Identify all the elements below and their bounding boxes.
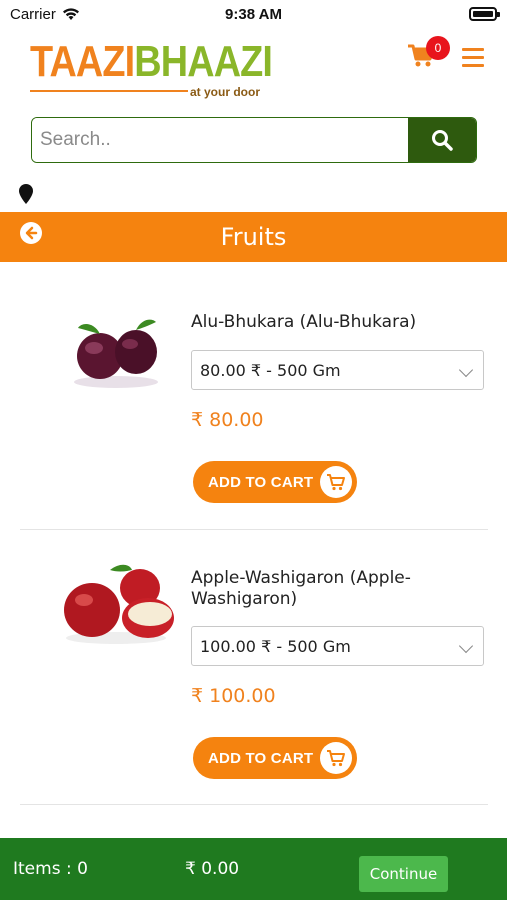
add-to-cart-button[interactable]: ADD TO CART (193, 737, 357, 779)
add-to-cart-button[interactable]: ADD TO CART (193, 461, 357, 503)
cart-total: ₹ 0.00 (185, 859, 240, 879)
category-title-bar: Fruits (0, 212, 507, 262)
battery-icon (469, 7, 500, 21)
location-pin-icon[interactable] (19, 184, 33, 204)
search-button[interactable] (408, 118, 476, 162)
product-card: Alu-Bhukara (Alu-Bhukara) 80.00 ₹ - 500 … (20, 262, 488, 530)
chevron-down-icon (458, 638, 474, 654)
product-name: Apple-Washigaron (Apple- Washigaron) (191, 568, 471, 610)
product-price: ₹ 80.00 (191, 409, 264, 431)
add-to-cart-label: ADD TO CART (208, 749, 314, 767)
carrier-label: Carrier (10, 5, 56, 23)
variant-selected-value: 80.00 ₹ - 500 Gm (200, 360, 341, 380)
product-name-line2: Washigaron) (191, 589, 298, 609)
plum-image (74, 319, 158, 388)
search-icon (432, 130, 453, 151)
status-bar: Carrier 9:38 AM (0, 0, 507, 28)
logo-text-bhaazi: BHAAZI (134, 37, 273, 86)
apple-image (64, 564, 174, 644)
back-arrow-icon (25, 226, 38, 240)
variant-select[interactable]: 80.00 ₹ - 500 Gm (191, 350, 484, 390)
cart-count-badge[interactable]: 0 (426, 36, 450, 60)
chevron-down-icon (458, 362, 474, 378)
variant-select[interactable]: 100.00 ₹ - 500 Gm (191, 626, 484, 666)
product-card: Apple-Washigaron (Apple- Washigaron) 100… (20, 530, 488, 805)
cart-summary-bar: Items : 0 ₹ 0.00 Continue (0, 838, 507, 900)
page-title: Fruits (220, 223, 287, 251)
logo-text-taazi: TAAZI (30, 37, 135, 86)
product-price: ₹ 100.00 (191, 685, 276, 707)
search-input[interactable] (32, 118, 408, 162)
product-name: Alu-Bhukara (Alu-Bhukara) (191, 312, 417, 332)
cart-icon (320, 466, 352, 498)
cart-icon (320, 742, 352, 774)
variant-selected-value: 100.00 ₹ - 500 Gm (200, 636, 351, 656)
app-header: TAAZIBHAAZI at your door 0 (0, 30, 507, 110)
search-bar (31, 117, 477, 163)
menu-icon[interactable] (462, 48, 484, 67)
logo-underline (30, 90, 188, 92)
back-button[interactable] (20, 222, 42, 244)
app-logo[interactable]: TAAZIBHAAZI at your door (30, 37, 273, 104)
product-name-line1: Apple-Washigaron (Apple- (191, 568, 411, 588)
logo-tagline: at your door (190, 85, 261, 99)
continue-button[interactable]: Continue (359, 856, 448, 892)
wifi-icon (62, 8, 79, 20)
add-to-cart-label: ADD TO CART (208, 473, 314, 491)
items-count: Items : 0 (13, 859, 88, 879)
status-time: 9:38 AM (225, 5, 282, 23)
